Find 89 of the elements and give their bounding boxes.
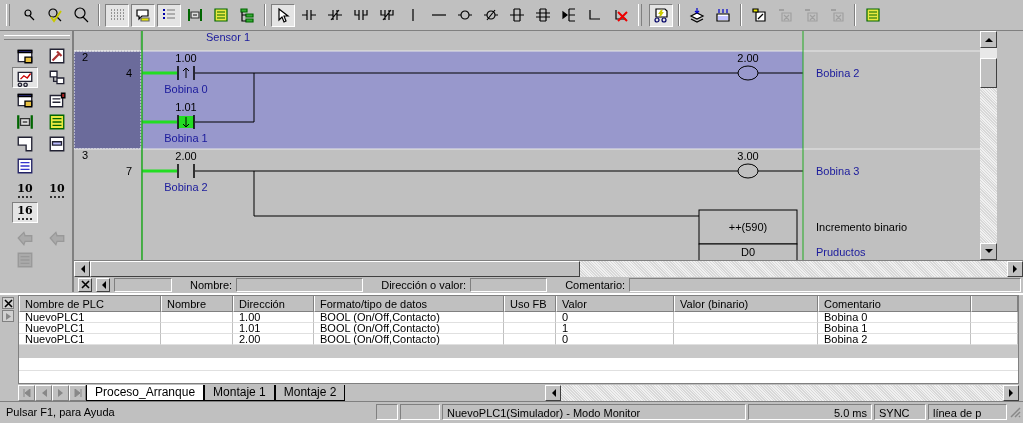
toolbar-grip[interactable] — [6, 4, 10, 26]
contact-symbol[interactable] — [177, 65, 195, 81]
contact-address: 1.00 — [175, 52, 197, 64]
coil-comment: Bobina 3 — [816, 165, 860, 177]
contact-comment: Bobina 2 — [164, 181, 208, 193]
scroll-right-icon[interactable] — [1007, 261, 1023, 277]
table-cell — [161, 312, 233, 323]
instruction-name: ++(590) — [728, 221, 768, 233]
table-cell — [971, 323, 1018, 334]
scroll-up-icon[interactable] — [980, 31, 997, 48]
first-sheet-icon[interactable] — [18, 384, 35, 401]
coil-address: 2.00 — [737, 52, 759, 64]
next-sheet-icon[interactable] — [52, 384, 69, 401]
table-cell: BOOL (On/Off,Contacto) — [314, 323, 504, 334]
scroll-thumb[interactable] — [90, 261, 580, 277]
scroll-thumb[interactable] — [980, 58, 997, 88]
status-connection: NuevoPLC1(Simulador) - Modo Monitor — [442, 404, 746, 420]
toolbar-grip[interactable] — [638, 4, 642, 26]
operand-comment: Pruductos — [816, 246, 866, 258]
previous-sheet-icon[interactable] — [35, 384, 52, 401]
table-cell: Bobina 0 — [818, 312, 971, 323]
contact-symbol[interactable] — [177, 163, 195, 179]
contact-comment: Bobina 1 — [164, 132, 208, 144]
info-field — [114, 277, 172, 292]
field-label: Comentario: — [565, 278, 626, 291]
table-cell: NuevoPLC1 — [19, 312, 161, 323]
scroll-track[interactable] — [980, 48, 997, 58]
column-header[interactable]: Nombre de PLC — [19, 296, 161, 312]
sheet-tab[interactable]: Proceso_Arranque — [86, 384, 205, 401]
table-cell: 0 — [556, 312, 674, 323]
rung-number-cell[interactable] — [74, 149, 141, 260]
instruction-comment: Incremento binario — [816, 221, 908, 233]
ladder-wire — [757, 170, 804, 172]
rung-comment: Sensor 1 — [206, 31, 251, 43]
scroll-down-icon[interactable] — [980, 243, 997, 260]
scroll-right-icon[interactable] — [1003, 384, 1019, 401]
contact-comment: Bobina 0 — [164, 83, 208, 95]
scroll-left-icon[interactable] — [545, 384, 562, 401]
input-field[interactable] — [470, 277, 548, 292]
sheet-tab[interactable]: Montaje 2 — [274, 384, 346, 401]
input-field[interactable] — [236, 277, 364, 292]
table-cell — [504, 312, 556, 323]
status-panel — [400, 404, 440, 420]
table-cell — [161, 323, 233, 334]
column-header[interactable]: Nombre — [161, 296, 233, 312]
counter-button[interactable]: 10 — [12, 180, 38, 201]
table-cell: 1.01 — [233, 323, 314, 334]
last-sheet-icon[interactable] — [69, 384, 86, 401]
table-cell: Bobina 1 — [818, 323, 971, 334]
column-header[interactable]: Formato/tipo de datos — [314, 296, 504, 312]
column-header[interactable]: Valor — [556, 296, 674, 312]
field-label: Dirección o valor: — [381, 278, 467, 291]
table-cell — [971, 312, 1018, 323]
coil-address: 3.00 — [737, 150, 759, 162]
table-cell: 1 — [556, 323, 674, 334]
status-sync: SYNC — [874, 404, 926, 420]
ladder-wire — [757, 72, 804, 74]
status-position: línea de p — [928, 404, 1007, 420]
table-cell: BOOL (On/Off,Contacto) — [314, 312, 504, 323]
column-header[interactable]: Uso FB — [504, 296, 556, 312]
status-panel — [376, 404, 398, 420]
coil-symbol[interactable] — [737, 65, 759, 81]
scroll-left-icon[interactable] — [96, 277, 110, 292]
counter-button[interactable]: 16 — [12, 202, 38, 223]
sheet-tab[interactable]: Montaje 1 — [204, 384, 275, 401]
rung-number: 3 — [82, 149, 89, 161]
contact-address: 1.01 — [175, 101, 197, 113]
scroll-left-icon[interactable] — [74, 261, 90, 277]
instruction-operand: D0 — [740, 246, 756, 258]
coil-symbol[interactable] — [737, 163, 759, 179]
table-cell: 1.00 — [233, 312, 314, 323]
contact-symbol[interactable] — [177, 114, 195, 130]
rung-number: 2 — [82, 51, 89, 63]
input-field[interactable] — [629, 277, 1021, 292]
column-header[interactable]: Valor (binario) — [674, 296, 818, 312]
close-icon[interactable] — [2, 297, 14, 309]
status-help-text: Pulsar F1, para Ayuda — [5, 405, 116, 420]
contact-address: 2.00 — [175, 150, 197, 162]
status-cycle-time: 5.0 ms — [748, 404, 872, 420]
table-cell: NuevoPLC1 — [19, 323, 161, 334]
field-label: Nombre: — [190, 278, 233, 291]
step-number: 4 — [125, 67, 132, 79]
counter-button[interactable]: 10 — [44, 180, 70, 201]
column-header[interactable]: Comentario — [818, 296, 971, 312]
coil-comment: Bobina 2 — [816, 67, 860, 79]
resize-grip-icon[interactable] — [1009, 406, 1021, 418]
table-cell — [504, 323, 556, 334]
column-header[interactable]: Dirección — [233, 296, 314, 312]
step-number: 7 — [125, 165, 132, 177]
